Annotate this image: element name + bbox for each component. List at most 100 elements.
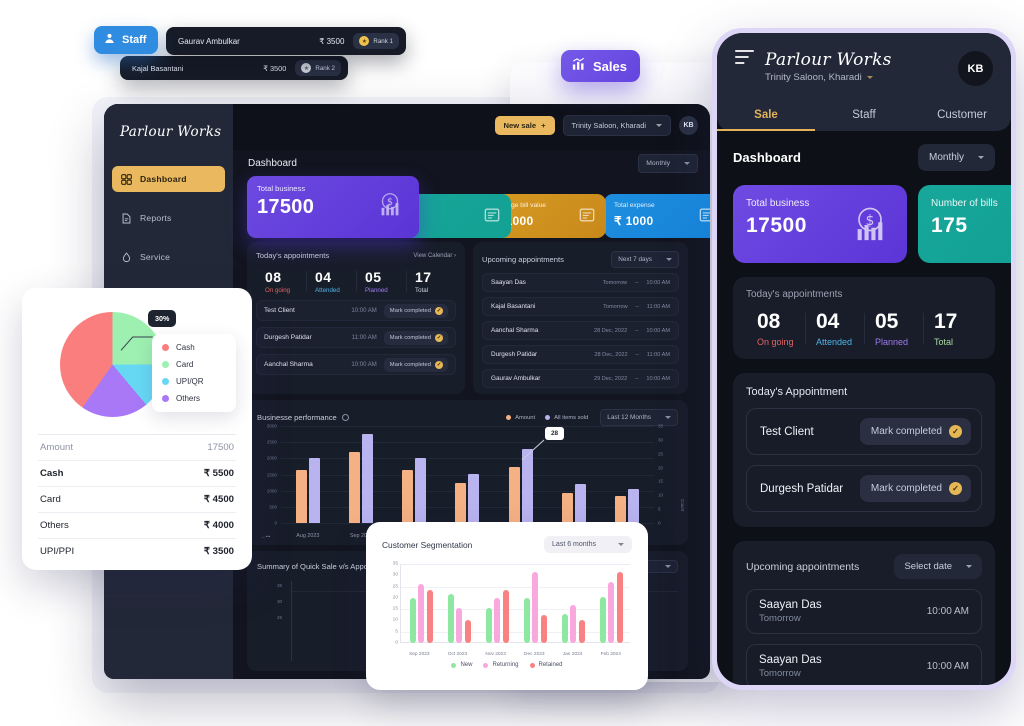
period-select[interactable]: Monthly: [917, 144, 995, 171]
scroll-left-icon[interactable]: ←•••: [261, 534, 270, 539]
staff-row-rank1[interactable]: Gaurav Ambulkar ₹ 3500 ★ Rank 1: [166, 27, 406, 55]
y-tick-right: 35: [658, 423, 664, 429]
select-date-button[interactable]: Select date: [894, 554, 982, 579]
avatar[interactable]: KB: [679, 116, 698, 135]
y-tick: 2500: [266, 439, 277, 445]
view-calendar-link[interactable]: View Calendar ›: [413, 253, 456, 259]
list-item[interactable]: Saayan Das Tomorrow – 10:00 AM: [482, 273, 679, 292]
mark-completed-button[interactable]: Mark completed ✓: [859, 418, 971, 445]
mobile-screen: Parlour Works Trinity Saloon, Kharadi KB…: [717, 33, 1011, 685]
table-row[interactable]: Aanchal Sharma 10:00 AM Mark completed ✓: [256, 354, 456, 375]
legend-label: All items sold: [554, 414, 589, 421]
kpi-number: 04: [315, 269, 332, 285]
sidebar-item-dashboard[interactable]: Dashboard: [112, 166, 225, 192]
staff-icon: [103, 32, 116, 48]
segmentation-chart: 35 30 25 20 15 10 5 0 Sep 2023 Oct 2023 …: [382, 562, 632, 659]
row-value: ₹ 3500: [203, 546, 234, 557]
bar-items: [468, 474, 480, 523]
sales-badge[interactable]: Sales: [561, 50, 640, 82]
list-item[interactable]: Kajal Basantani Tomorrow – 11:00 AM: [482, 297, 679, 316]
table-row[interactable]: Test Client 10:00 AM Mark completed ✓: [256, 300, 456, 321]
last-6-months-select[interactable]: Last 6 months: [544, 536, 632, 553]
avatar[interactable]: KB: [958, 51, 993, 86]
y-tick-right: 15: [658, 478, 664, 484]
y-tick: 30: [277, 599, 283, 604]
list-item[interactable]: Test Client Mark completed ✓: [746, 408, 982, 455]
y-tick-right: 10: [658, 492, 664, 498]
tab-staff[interactable]: Staff: [815, 100, 913, 131]
legend-label: UPI/QR: [176, 377, 204, 386]
mobile-tabs: Sale Staff Customer: [717, 100, 1011, 131]
bar-returning: [570, 605, 576, 643]
mark-completed-button[interactable]: Mark completed ✓: [383, 303, 448, 318]
appointment-meta: Tomorrow – 11:00 AM: [603, 304, 670, 310]
plus-icon: +: [541, 121, 546, 130]
bar-returning: [494, 598, 500, 643]
stat-card-total-expense[interactable]: Total expense ₹ 1000: [604, 194, 710, 238]
appointment-time: 10:00 AM: [351, 361, 377, 368]
staff-badge[interactable]: Staff: [94, 26, 159, 54]
bar-items: [361, 434, 373, 523]
list-item[interactable]: Aanchal Sharma 28 Dec, 2022 – 10:00 AM: [482, 321, 679, 340]
sidebar-item-label: Service: [140, 252, 171, 262]
kpi-label: Total: [934, 337, 954, 347]
sidebar-item-service[interactable]: Service: [112, 244, 225, 270]
mark-completed-label: Mark completed: [389, 361, 431, 368]
salon-select[interactable]: Trinity Saloon, Kharadi: [562, 115, 671, 136]
bar-retained: [464, 620, 471, 643]
legend-item-cash: Cash: [162, 343, 226, 352]
appointment-date: 28 Dec, 2022: [594, 351, 628, 358]
next-7-days-select[interactable]: Next 7 days: [611, 251, 679, 268]
list-item[interactable]: Durgesh Patidar Mark completed ✓: [746, 465, 982, 512]
new-sale-button[interactable]: New sale +: [494, 116, 555, 135]
mobile-upcoming-appointments-panel: Upcoming appointments Select date Saayan…: [733, 541, 995, 685]
x-tick: Oct 2023: [447, 652, 468, 657]
period-select[interactable]: Monthly: [638, 154, 698, 173]
mark-completed-button[interactable]: Mark completed ✓: [859, 475, 971, 502]
last-12-months-select[interactable]: Last 12 Months: [600, 409, 678, 426]
mark-completed-label: Mark completed: [870, 483, 942, 494]
mark-completed-button[interactable]: Mark completed ✓: [383, 357, 448, 372]
bar-returning: [418, 584, 424, 643]
bar-returning: [532, 572, 538, 643]
kpi-total: 17 Total: [406, 269, 456, 294]
staff-row-rank2[interactable]: Kajal Basantani ₹ 3500 ★ Rank 2: [120, 56, 348, 80]
bar-items: [628, 489, 640, 523]
kpi-ongoing: 08 On going: [746, 310, 805, 347]
kpi-label: Attended: [816, 337, 853, 347]
info-icon[interactable]: [341, 414, 349, 421]
tab-customer[interactable]: Customer: [913, 100, 1011, 131]
row-value: ₹ 4500: [203, 494, 234, 505]
list-item[interactable]: Durgesh Patidar 28 Dec, 2022 – 11:00 AM: [482, 345, 679, 364]
hamburger-menu-icon[interactable]: [735, 49, 754, 70]
chevron-down-icon: [978, 156, 984, 159]
panel-title: Upcoming appointments: [482, 255, 564, 264]
y-tick-right: 25: [658, 451, 664, 457]
list-item[interactable]: Gaurav Ambulkar 29 Dec, 2022 – 10:00 AM: [482, 369, 679, 388]
y-tick-right: 20: [658, 465, 664, 471]
stat-card-total-business[interactable]: Total business 17500 $: [733, 185, 907, 263]
kpi-number: 08: [757, 310, 781, 333]
tab-sale[interactable]: Sale: [717, 100, 815, 131]
screenshot-root: Parlour Works Dashboard Reports Service …: [0, 0, 1024, 726]
new-sale-label: New sale: [503, 121, 537, 130]
sidebar-item-reports[interactable]: Reports: [112, 205, 225, 231]
stat-card-total-business[interactable]: Total business 17500 $: [247, 176, 419, 238]
list-item[interactable]: Saayan Das Tomorrow 10:00 AM: [746, 644, 982, 685]
bar-items: [308, 458, 320, 523]
appointment-time: 10:00 AM: [926, 606, 969, 617]
y-axis-right-label: Count: [680, 498, 685, 511]
payment-amount-table: Amount 17500 Cash ₹ 5500 Card ₹ 4500 Oth…: [38, 434, 236, 564]
bar-group: [485, 590, 509, 643]
appointment-date: 28 Dec, 2022: [593, 327, 628, 334]
check-icon: ✓: [435, 333, 443, 342]
bar-group: [615, 489, 640, 523]
mark-completed-button[interactable]: Mark completed ✓: [383, 330, 448, 345]
kpi-attended: 04 Attended: [306, 269, 356, 294]
bill-icon: [697, 205, 710, 230]
stat-card-number-of-bills[interactable]: Number of bills 175: [918, 185, 1011, 263]
list-item[interactable]: Saayan Das Tomorrow 10:00 AM: [746, 589, 982, 634]
mobile-header: Parlour Works Trinity Saloon, Kharadi KB…: [717, 33, 1011, 131]
table-row[interactable]: Durgesh Patidar 11:00 AM Mark completed …: [256, 327, 456, 348]
client-name: Gaurav Ambulkar: [491, 375, 541, 382]
